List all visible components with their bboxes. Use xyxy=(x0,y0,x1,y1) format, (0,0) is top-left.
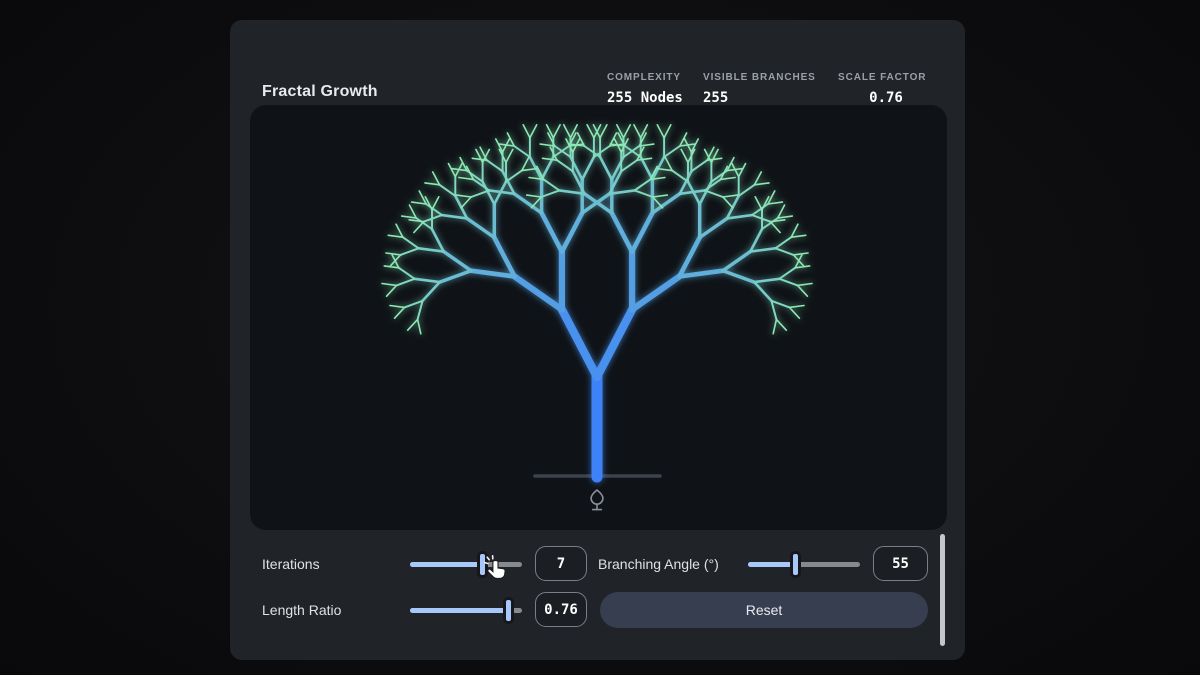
branching-angle-slider[interactable] xyxy=(748,550,860,578)
fractal-tree-svg xyxy=(250,105,947,530)
stat-complexity-label: COMPLEXITY xyxy=(607,72,683,83)
branching-angle-slider-track[interactable] xyxy=(748,562,860,567)
iterations-slider-thumb[interactable] xyxy=(477,551,488,578)
stat-scale-factor-value: 0.76 xyxy=(838,90,934,106)
stat-scale-factor: SCALE FACTOR 0.76 xyxy=(838,72,934,106)
iterations-slider[interactable] xyxy=(410,550,522,578)
length-ratio-label: Length Ratio xyxy=(262,602,341,618)
stat-visible-branches-value: 255 xyxy=(703,90,816,106)
stat-visible-branches-label: VISIBLE BRANCHES xyxy=(703,72,816,83)
length-ratio-value-box[interactable]: 0.76 xyxy=(535,592,587,627)
page-title: Fractal Growth xyxy=(262,83,378,101)
stat-visible-branches: VISIBLE BRANCHES 255 xyxy=(703,72,816,106)
controls-scrollbar[interactable] xyxy=(940,534,945,646)
branching-angle-slider-thumb[interactable] xyxy=(790,551,801,578)
fractal-tree-canvas xyxy=(250,105,947,530)
reset-button[interactable]: Reset xyxy=(600,592,928,628)
tree-icon xyxy=(584,486,610,516)
length-ratio-slider[interactable] xyxy=(410,596,522,624)
iterations-slider-track[interactable] xyxy=(410,562,522,567)
iterations-value-box[interactable]: 7 xyxy=(535,546,587,581)
fractal-app-card: Fractal Growth COMPLEXITY 255 Nodes VISI… xyxy=(230,20,965,660)
stat-complexity-value: 255 Nodes xyxy=(607,90,683,106)
stat-complexity: COMPLEXITY 255 Nodes xyxy=(607,72,683,106)
branching-angle-value-box[interactable]: 55 xyxy=(873,546,928,581)
stat-scale-factor-label: SCALE FACTOR xyxy=(838,72,934,83)
iterations-label: Iterations xyxy=(262,556,320,572)
length-ratio-slider-thumb[interactable] xyxy=(503,597,514,624)
branching-angle-label: Branching Angle (°) xyxy=(598,556,719,572)
